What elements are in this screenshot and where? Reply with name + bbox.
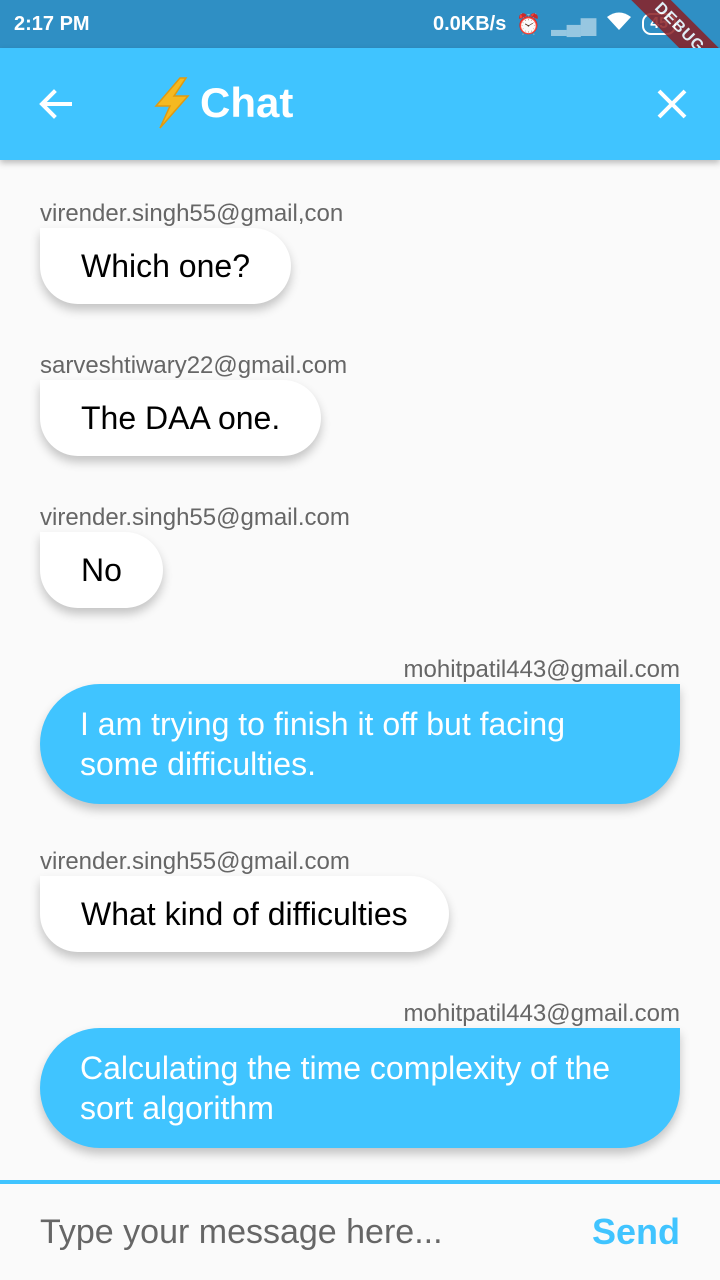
status-bar: 2:17 PM 0.0KB/s ⏰ ▂▄▆ 45 DEBUG <box>0 0 720 91</box>
message-bubble: The DAA one. <box>40 380 322 456</box>
arrow-back-icon <box>39 89 72 119</box>
close-icon <box>657 89 687 119</box>
message-item: virender.singh55@gmail.com What kind of … <box>40 848 680 952</box>
page-title: Chat <box>200 79 294 126</box>
message-item: virender.singh55@gmail.com No <box>40 504 680 608</box>
message-sender: virender.singh55@gmail,con <box>40 200 344 227</box>
message-item: mohitpatil443@gmail.com Calculating the … <box>40 1000 680 1148</box>
status-indicators: 0.0KB/s ⏰ ▂▄▆ 45 <box>433 11 676 37</box>
message-input[interactable] <box>40 1212 540 1252</box>
app-title-group: Chat <box>146 76 293 130</box>
message-bubble: I am trying to finish it off but facing … <box>40 684 680 804</box>
wifi-icon <box>606 11 632 37</box>
send-button[interactable]: Send <box>592 1211 680 1253</box>
status-time: 2:17 PM <box>14 12 90 35</box>
message-item: mohitpatil443@gmail.com I am trying to f… <box>40 656 680 804</box>
close-button[interactable] <box>654 86 690 122</box>
message-bubble: What kind of difficulties <box>40 876 449 952</box>
network-speed: 0.0KB/s <box>432 12 507 35</box>
message-sender: mohitpatil443@gmail.com <box>403 656 680 683</box>
message-item: sarveshtiwary22@gmail.com The DAA one. <box>40 352 680 456</box>
app-bar: Chat <box>0 48 720 160</box>
message-list[interactable]: virender.singh55@gmail,con Which one? sa… <box>0 160 720 1180</box>
back-button[interactable] <box>34 82 78 126</box>
message-bubble: No <box>40 532 163 608</box>
message-sender: sarveshtiwary22@gmail.com <box>40 352 348 379</box>
signal-icon: ▂▄▆ <box>551 13 597 36</box>
message-sender: virender.singh55@gmail.com <box>40 848 350 875</box>
message-bubble: Calculating the time complexity of the s… <box>40 1028 680 1148</box>
message-sender: mohitpatil443@gmail.com <box>403 1000 680 1027</box>
message-composer: Send <box>0 1180 720 1280</box>
message-bubble: Which one? <box>40 228 291 304</box>
message-item: virender.singh55@gmail,con Which one? <box>40 200 680 304</box>
message-sender: virender.singh55@gmail.com <box>40 504 350 531</box>
lightning-bolt-icon <box>154 77 190 129</box>
alarm-icon: ⏰ <box>516 13 542 36</box>
